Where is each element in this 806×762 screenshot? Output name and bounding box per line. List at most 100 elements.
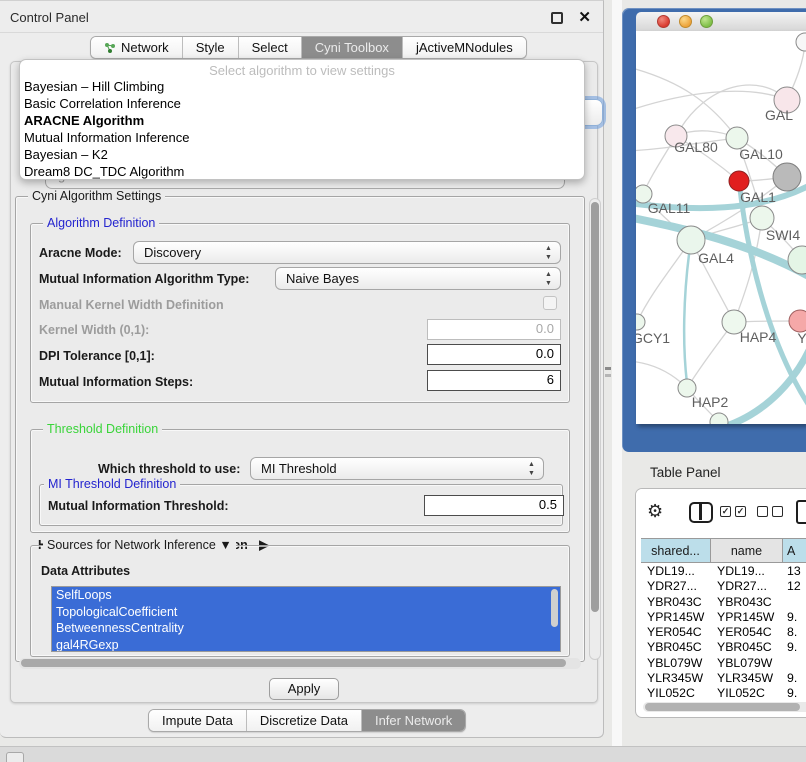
attribute-list-item[interactable]: SelfLoops	[52, 587, 560, 604]
algorithm-option[interactable]: Bayesian – K2	[20, 146, 584, 163]
table-cell: YDR27...	[711, 579, 783, 594]
table-panel-title: Table Panel	[650, 465, 721, 480]
algorithm-option[interactable]: Bayesian – Hill Climbing	[20, 78, 584, 95]
table-row[interactable]: YBR045CYBR045C9.	[641, 640, 806, 655]
algorithm-option[interactable]: ARACNE Algorithm	[20, 112, 584, 129]
checked-box-icon[interactable]: ✓	[720, 506, 731, 517]
attribute-list-item[interactable]: TopologicalCoefficient	[52, 604, 560, 621]
network-node[interactable]	[773, 163, 801, 191]
mi-steps-label: Mutual Information Steps:	[39, 375, 193, 389]
network-node-y[interactable]	[789, 310, 806, 332]
table-row[interactable]: YBR043CYBR043C	[641, 595, 806, 610]
which-threshold-combo[interactable]: MI Threshold	[250, 457, 544, 480]
tab-jactivemnodules[interactable]: jActiveMNodules	[402, 37, 526, 58]
float-window-icon[interactable]	[551, 12, 563, 24]
which-threshold-value: MI Threshold	[261, 461, 337, 476]
sources-group-title[interactable]: Sources for Network Inference ▼	[43, 538, 236, 552]
table-row[interactable]: YLR345WYLR345W9.	[641, 671, 806, 686]
node-label: GAL10	[739, 146, 783, 162]
mac-minimize-button[interactable]	[679, 15, 692, 28]
chevron-down-icon: ▼	[219, 538, 231, 552]
dpi-tolerance-field[interactable]: 0.0	[427, 344, 561, 365]
control-panel-tabbar: Network Style Select Cyni Toolbox jActiveMNo…	[90, 36, 527, 59]
node-label: GAL4	[698, 250, 734, 266]
network-node-gcy1[interactable]	[636, 314, 645, 330]
network-canvas[interactable]: GALGAL80GAL10GAL11GAL1SWI4GAL4GCY1HAP4YH…	[636, 31, 806, 424]
mi-threshold-field[interactable]: 0.5	[424, 495, 564, 516]
mi-type-combo[interactable]: Naive Bayes	[275, 267, 561, 290]
tab-select[interactable]: Select	[238, 37, 301, 58]
attribute-list-item[interactable]: BetweennessCentrality	[52, 620, 560, 637]
tab-style[interactable]: Style	[182, 37, 238, 58]
table-row[interactable]: YPR145WYPR145W9.	[641, 610, 806, 625]
checked-box-icon[interactable]: ✓	[735, 506, 746, 517]
algorithm-option[interactable]: Basic Correlation Inference	[20, 95, 584, 112]
document-icon[interactable]	[796, 500, 806, 524]
column-header-shared-name[interactable]: shared...	[641, 539, 711, 562]
settings-horizontal-scrollbar[interactable]	[19, 658, 581, 669]
table-cell	[783, 595, 806, 610]
tab-label: Cyni Toolbox	[315, 37, 389, 58]
data-attributes-list[interactable]: SelfLoopsTopologicalCoefficientBetweenne…	[51, 586, 561, 652]
attributes-scrollbar[interactable]	[551, 589, 559, 649]
unchecked-box-icon[interactable]	[772, 506, 783, 517]
bottom-tab-label: Discretize Data	[260, 710, 348, 731]
node-label: GAL1	[740, 189, 776, 205]
attribute-list-item[interactable]: gal4RGexp	[52, 637, 560, 653]
network-node[interactable]	[729, 171, 749, 191]
bottom-tab-impute-data[interactable]: Impute Data	[149, 710, 246, 731]
mini-panel-button[interactable]	[6, 752, 24, 762]
node-label: GCY1	[636, 330, 670, 346]
table-cell: YBR045C	[641, 640, 711, 655]
control-panel-title: Control Panel	[10, 10, 89, 25]
gear-icon[interactable]: ⚙	[647, 501, 663, 522]
column-header-partial[interactable]: A	[783, 539, 806, 562]
table-row[interactable]: YIL052CYIL052C9.	[641, 686, 806, 701]
mac-close-button[interactable]	[657, 15, 670, 28]
sources-title-text: Sources for Network Inference	[47, 538, 216, 552]
algorithm-option[interactable]: Mutual Information Inference	[20, 129, 584, 146]
network-view-window: GALGAL80GAL10GAL11GAL1SWI4GAL4GCY1HAP4YH…	[622, 8, 806, 452]
table-cell: YDR27...	[641, 579, 711, 594]
manual-kernel-checkbox[interactable]	[543, 296, 557, 310]
unchecked-box-icon[interactable]	[757, 506, 768, 517]
algorithm-popup-placeholder: Select algorithm to view settings	[20, 63, 584, 78]
bottom-tab-discretize-data[interactable]: Discretize Data	[246, 710, 361, 731]
table-cell: 8.	[783, 625, 806, 640]
close-icon[interactable]: ✕	[578, 8, 591, 26]
table-row[interactable]: YBL079WYBL079W	[641, 656, 806, 671]
table-cell: 9.	[783, 671, 806, 686]
apply-button[interactable]: Apply	[269, 678, 339, 700]
mi-threshold-label: Mutual Information Threshold:	[48, 499, 229, 513]
columns-icon[interactable]	[689, 502, 713, 523]
kernel-width-field[interactable]: 0.0	[427, 319, 561, 340]
network-node[interactable]	[796, 33, 806, 51]
mac-zoom-button[interactable]	[700, 15, 713, 28]
table-cell: YPR145W	[641, 610, 711, 625]
table-row[interactable]: YDL19...YDL19...13	[641, 564, 806, 579]
node-label: SWI4	[766, 227, 800, 243]
column-header-name[interactable]: name	[711, 539, 783, 562]
bottom-tab-infer-network[interactable]: Infer Network	[361, 710, 465, 731]
table-row[interactable]: YDR27...YDR27...12	[641, 579, 806, 594]
panel-divider-grip[interactable]	[605, 367, 611, 377]
threshold-definition-group: Threshold Definition Which threshold to …	[30, 429, 570, 533]
panel-gutter	[612, 0, 622, 746]
aracne-mode-combo[interactable]: Discovery	[133, 241, 561, 264]
network-node[interactable]	[710, 413, 728, 424]
tab-label: Style	[196, 37, 225, 58]
table-cell: YER054C	[641, 625, 711, 640]
settings-group-title: Cyni Algorithm Settings	[28, 189, 165, 203]
algorithm-option[interactable]: Dream8 DC_TDC Algorithm	[20, 163, 584, 180]
table-row[interactable]: YER054CYER054C8.	[641, 625, 806, 640]
network-window-titlebar[interactable]	[636, 12, 806, 31]
mi-steps-field[interactable]: 6	[427, 370, 561, 391]
mi-type-label: Mutual Information Algorithm Type:	[39, 272, 249, 286]
combo-stepper-icon	[544, 270, 553, 288]
table-horizontal-scrollbar[interactable]	[643, 702, 806, 712]
node-label: HAP2	[692, 394, 729, 410]
tab-network[interactable]: Network	[91, 37, 182, 58]
tab-cyni-toolbox[interactable]: Cyni Toolbox	[301, 37, 402, 58]
node-label: GAL11	[648, 200, 691, 216]
settings-vertical-scrollbar[interactable]	[589, 198, 601, 660]
